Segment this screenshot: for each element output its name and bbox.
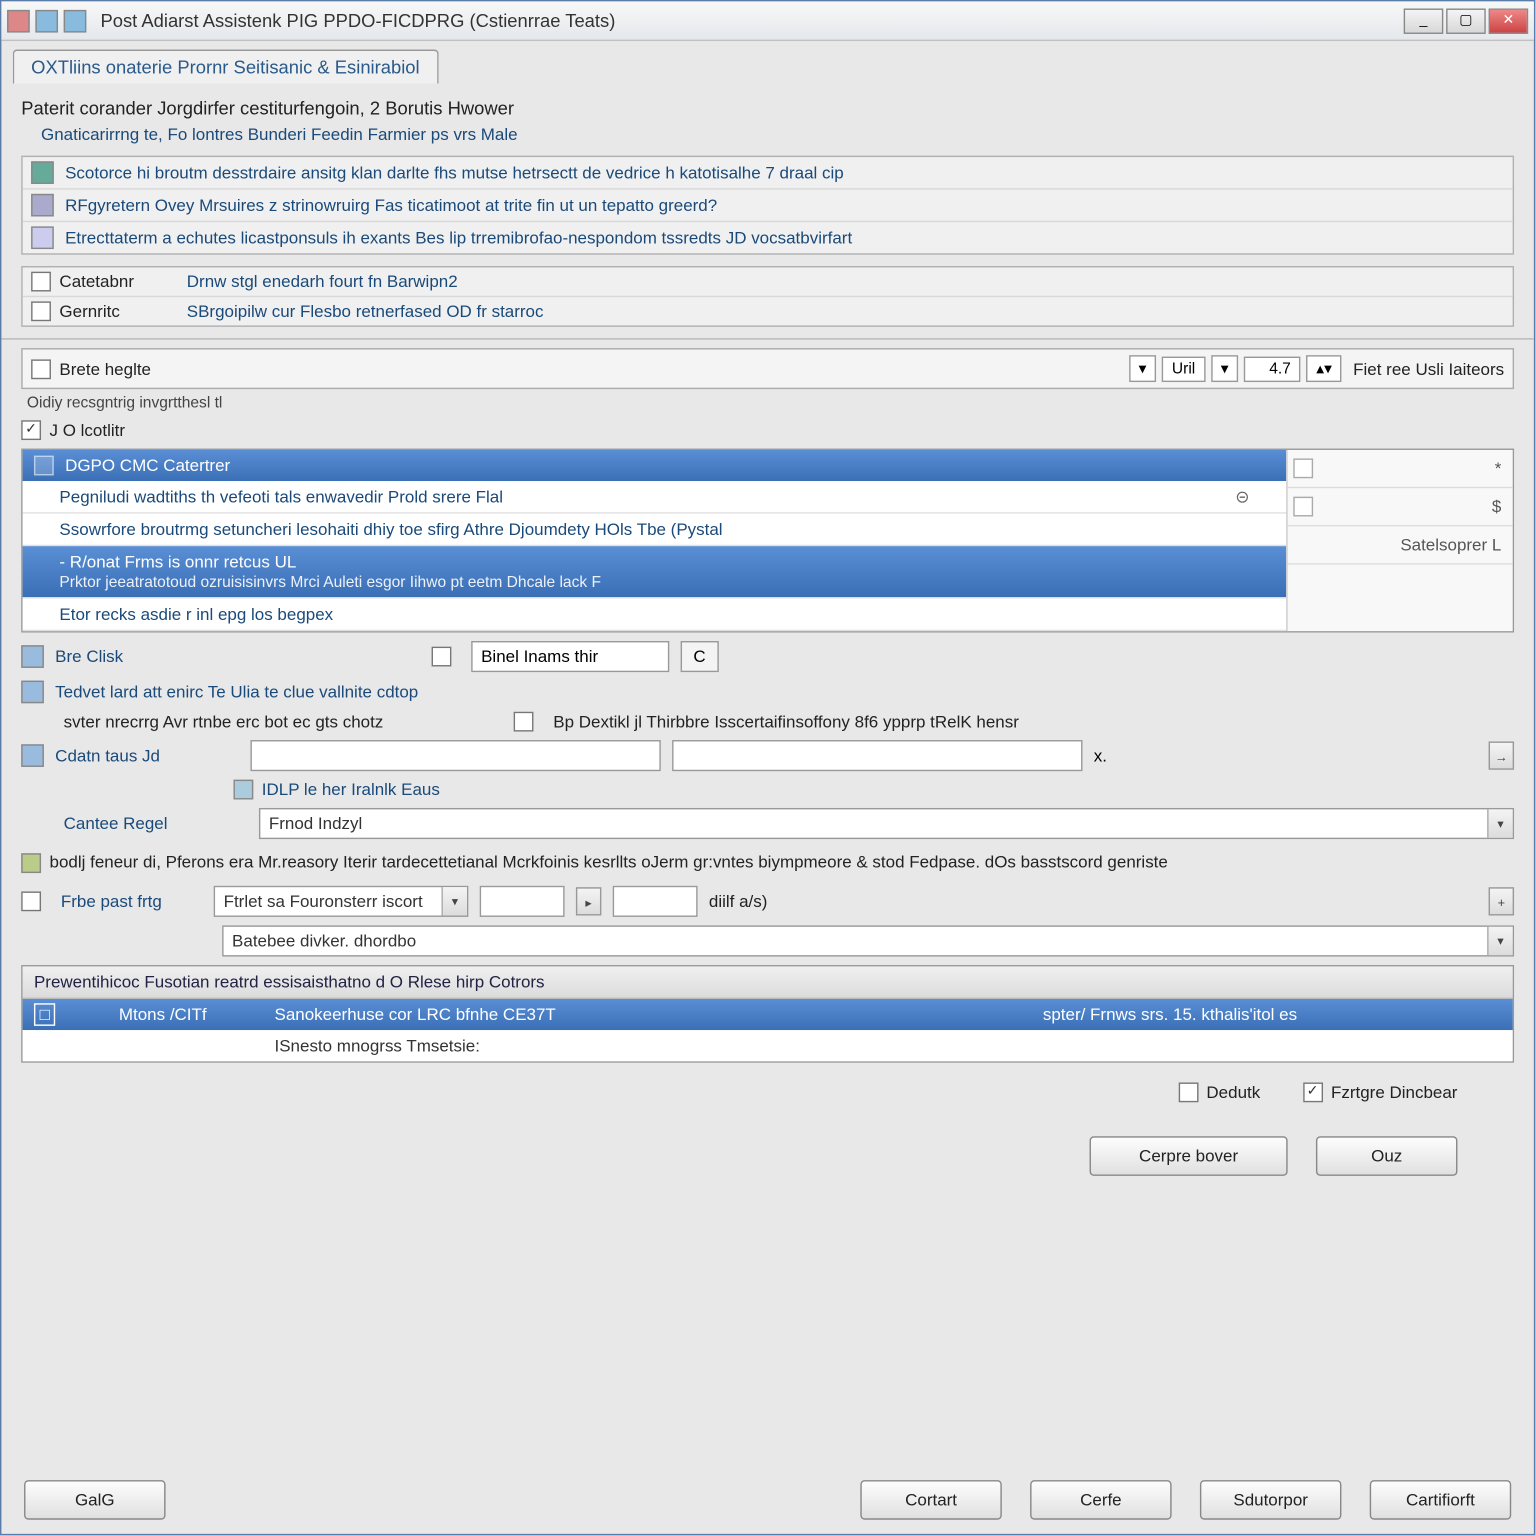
section-subtitle: Gnaticarirrng te, Fo lontres Bunderi Fee… (41, 125, 1514, 145)
app-icon-1 (7, 9, 30, 32)
cortart-button[interactable]: Cortart (860, 1480, 1002, 1520)
outline-checkbox[interactable] (21, 420, 41, 440)
clstr-suffix: x. (1094, 746, 1107, 766)
fps-unit: diilf a/s) (709, 891, 768, 911)
section-title: Paterit corander Jorgdirfer cestiturfeng… (21, 98, 1514, 119)
list-header[interactable]: DGPO CMC Catertrer (23, 450, 1287, 481)
list-row-4[interactable]: Etor recks asdie r inl epg los begpex (23, 599, 1287, 632)
cb1-label: Tedvet lard att enirc Te Ulia te clue va… (55, 682, 1514, 702)
info-icon (31, 226, 54, 249)
sdutorpor-button[interactable]: Sdutorpor (1200, 1480, 1342, 1520)
bre-field-input[interactable] (471, 641, 669, 672)
cartifiorft-button[interactable]: Cartifiorft (1370, 1480, 1512, 1520)
cb2-right-label: Bp Dextikl jl Thirbbre Isscertaifinsoffo… (553, 712, 1019, 732)
dedutk-checkbox[interactable] (1178, 1082, 1198, 1102)
fps-add[interactable]: + (1489, 887, 1514, 915)
brace-hint: Oidiy recsgntrig invgrtthesl tl (27, 395, 1514, 412)
gernritc-checkbox[interactable] (31, 301, 51, 321)
fzrtgre-label: Fzrtgre Dincbear (1331, 1082, 1457, 1102)
table-row-selected[interactable]: □ Mtons /CITf Sanokeerhuse cor LRC bfnhe… (23, 999, 1513, 1030)
clstr-label: Cdatn taus Jd (55, 746, 239, 766)
fps-num-2[interactable] (613, 886, 698, 917)
bre-clisk-icon (21, 645, 44, 668)
side-cell-1[interactable]: * (1288, 450, 1513, 488)
table-header: Prewentihicoc Fusotian reatrd essisaisth… (23, 966, 1513, 999)
info-line-3: Etrecttaterm a echutes licastponsuls ih … (65, 228, 852, 248)
info-line-1: Scotorce hi broutm desstrdaire ansitg kl… (65, 163, 844, 183)
brace-unit[interactable]: Uril (1162, 356, 1205, 381)
note-text: bodlj feneur di, Pferons era Mr.reasory … (21, 850, 1514, 874)
info-line-2: RFgyretern Ovey Mrsuires z strinowruirg … (65, 195, 717, 215)
catetabnr-desc: Drnw stgl enedarh fourt fn Barwipn2 (187, 272, 458, 292)
fps-label: Frbe past frtg (61, 891, 203, 911)
bre-c-button[interactable]: C (681, 641, 719, 672)
note-icon (21, 853, 41, 873)
ouz-button[interactable]: Ouz (1316, 1136, 1458, 1176)
cantee-dropdown[interactable]: Frnod Indzyl▾ (259, 808, 1514, 839)
side-cell-2[interactable]: $ (1288, 488, 1513, 526)
galg-button[interactable]: GalG (24, 1480, 166, 1520)
app-icon-2 (35, 9, 58, 32)
fps-checkbox[interactable] (21, 891, 41, 911)
catetabnr-label: Catetabnr (59, 272, 172, 292)
info-icon (31, 161, 54, 184)
app-icon-3 (64, 9, 87, 32)
window-title: Post Adiarst Assistenk PIG PPDO-FICDPRG … (100, 10, 615, 31)
clstr-icon (21, 744, 44, 767)
chevron-down-icon: ▾ (1487, 809, 1512, 837)
minimize-button[interactable]: _ (1404, 8, 1444, 33)
list-row-3-selected[interactable]: - R/onat Frms is onnr retcus ULPrktor je… (23, 546, 1287, 598)
side-cell-3[interactable]: Satelsoprer L (1288, 526, 1513, 564)
fps-dropdown-1[interactable]: Ftrlet sa Fouronsterr iscort▾ (214, 886, 469, 917)
category-box: Catetabnr Drnw stgl enedarh fourt fn Barw… (21, 266, 1514, 327)
cb2-left-label: svter nrecrrg Avr rtnbe erc bot ec gts c… (64, 712, 503, 732)
table-box: Prewentihicoc Fusotian reatrd essisaisth… (21, 965, 1514, 1063)
brace-spinner[interactable]: ▴▾ (1306, 355, 1341, 382)
clstr-hint-icon (233, 780, 253, 800)
tab-main[interactable]: OXTliins onaterie Prornr Seitisanic & Es… (13, 50, 438, 84)
info-icon (31, 194, 54, 217)
clstr-arrow[interactable]: → (1489, 741, 1514, 769)
fzrtgre-checkbox[interactable] (1303, 1082, 1323, 1102)
cantee-label: Cantee Regel (64, 814, 248, 834)
cerfe-button[interactable]: Cerfe (1030, 1480, 1172, 1520)
info-box: Scotorce hi broutm desstrdaire ansitg kl… (21, 156, 1514, 255)
list-row-2[interactable]: Ssowrfore broutrmg setuncheri lesohaiti … (23, 514, 1287, 547)
list-row-1[interactable]: Pegniludi wadtiths th vefeoti tals enwav… (23, 481, 1287, 514)
bre-clisk-label: Bre Clisk (55, 647, 239, 667)
gernritc-label: Gernritc (59, 301, 172, 321)
brace-label: Brete heglte (59, 359, 186, 379)
cerpre-button[interactable]: Cerpre bover (1090, 1136, 1288, 1176)
fps-dropdown-2[interactable]: Batebee divker. dhordbo▾ (222, 925, 1514, 956)
close-button[interactable]: ✕ (1489, 8, 1529, 33)
brace-input[interactable] (187, 359, 1123, 379)
cb1-icon (21, 681, 44, 704)
clstr-input-2[interactable] (672, 740, 1082, 771)
fps-arrow[interactable]: ▸ (576, 887, 601, 915)
app-window: Post Adiarst Assistenk PIG PPDO-FICDPRG … (0, 0, 1535, 1535)
footer: GalG Cortart Cerfe Sdutorpor Cartifiorft (1, 1480, 1533, 1520)
catetabnr-checkbox[interactable] (31, 272, 51, 292)
fps-num-1[interactable] (480, 886, 565, 917)
tab-row: OXTliins onaterie Prornr Seitisanic & Es… (1, 41, 1533, 83)
maximize-button[interactable]: ▢ (1446, 8, 1486, 33)
brace-dropdown-1[interactable]: ▾ (1129, 355, 1157, 382)
gernritc-desc: SBrgoipilw cur Flesbo retnerfased OD fr … (187, 301, 544, 321)
titlebar: Post Adiarst Assistenk PIG PPDO-FICDPRG … (1, 1, 1533, 41)
brace-value[interactable]: 4.7 (1244, 356, 1301, 381)
cb2-checkbox[interactable] (514, 712, 534, 732)
brace-checkbox[interactable] (31, 359, 51, 379)
list-panel: DGPO CMC Catertrer Pegniludi wadtiths th… (21, 449, 1514, 633)
bre-field-checkbox[interactable] (432, 647, 452, 667)
list-side: * $ Satelsoprer L (1286, 450, 1512, 631)
outline-label: J O lcotlitr (50, 420, 125, 440)
table-row[interactable]: ISnesto mnogrss Tmsetsie: (23, 1030, 1513, 1061)
brace-after-label: Fiet ree Usli Iaiteors (1353, 359, 1504, 379)
clstr-input-1[interactable] (250, 740, 660, 771)
brace-row: Brete heglte ▾ Uril ▾ 4.7 ▴▾ Fiet ree Us… (21, 348, 1514, 389)
clstr-hint: IDLP le her Iralnlk Eaus (262, 780, 440, 800)
list-header-icon (34, 456, 54, 476)
dedutk-label: Dedutk (1206, 1082, 1260, 1102)
brace-dropdown-2[interactable]: ▾ (1211, 355, 1239, 382)
